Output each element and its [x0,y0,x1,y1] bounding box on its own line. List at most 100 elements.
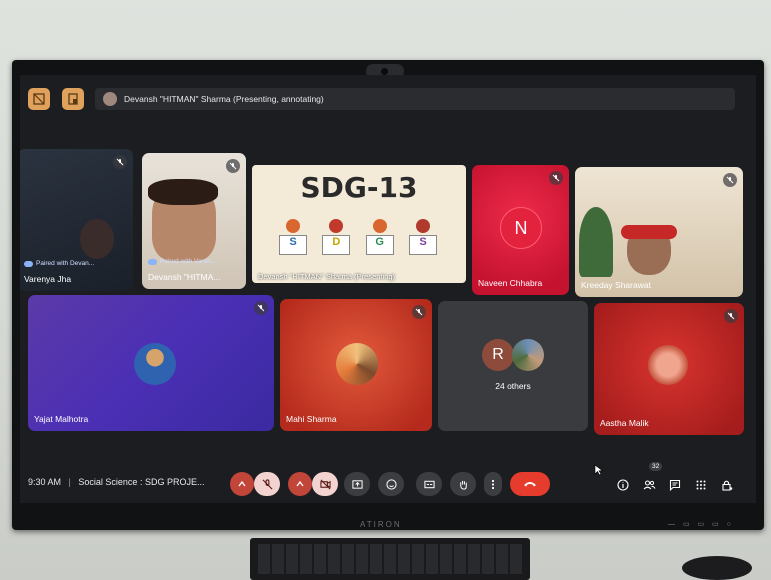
avatar-image [512,339,544,371]
leave-call-button[interactable] [510,472,550,496]
tile-naveen[interactable]: N Naveen Chhabra [472,165,569,295]
raise-hand-button[interactable] [450,472,476,496]
tile-presentation[interactable]: SDG-13 S D G S Devansh "HITMAN" Sharma (… [252,165,466,283]
captions-icon [423,480,435,488]
avatar-image [336,343,378,385]
figure-4: S [408,219,438,269]
bottom-control-bar: 9:30 AM | Social Science : SDG PROJE... [20,462,756,503]
chat-icon [669,479,681,491]
presenting-text: Devansh "HITMAN" Sharma (Presenting, ann… [124,94,324,104]
participant-hair [148,179,218,205]
meet-screen: Devansh "HITMAN" Sharma (Presenting, ann… [20,75,756,503]
present-button[interactable] [344,472,370,496]
presentation-title: SDG-13 [300,171,418,204]
headphones [621,225,677,239]
letter-g: G [365,235,394,255]
people-button[interactable] [642,478,656,492]
hang-up-icon [524,482,536,487]
top-bar: Devansh "HITMAN" Sharma (Presenting, ann… [20,75,756,125]
host-controls-button[interactable] [720,478,734,492]
tile-yajat[interactable]: Yajat Malhotra [28,295,274,431]
figure-2: D [321,219,351,269]
participant-name: Yajat Malhotra [34,414,89,424]
pip-icon [68,93,78,105]
paired-label: Paired with Varen... [148,258,216,265]
tv-buttons: — ▭ ▭ ▭ ○ [668,521,734,528]
captions-button[interactable] [416,472,442,496]
participant-video [80,219,114,259]
letter-d: D [322,235,351,255]
letter-s: S [279,235,307,255]
clock-time: 9:30 AM [28,477,62,487]
mic-toggle-button[interactable] [254,472,280,496]
more-options-button[interactable] [484,472,502,496]
chat-button[interactable] [668,478,682,492]
pair-icon [24,260,33,267]
tv-brand-logo: ATIRON [360,520,402,529]
participant-name: Mahi Sharma [286,414,337,424]
mic-off-icon [226,159,240,173]
audio-options-button[interactable] [230,472,254,496]
more-vert-icon [491,479,495,489]
letter-s2: S [408,235,437,255]
figure-1: S [278,219,308,269]
people-icon [643,480,655,490]
tile-aastha[interactable]: Aastha Malik [594,303,744,435]
presenter-avatar [103,92,117,106]
paired-label: Paired with Devan... [24,260,94,267]
pair-icon [148,258,157,265]
participant-name: Naveen Chhabra [478,278,543,288]
mic-off-icon [412,305,426,319]
camera-toggle-button[interactable] [312,472,338,496]
chevron-up-icon [296,480,304,487]
presenting-bar[interactable]: Devansh "HITMAN" Sharma (Presenting, ann… [95,88,735,110]
separator: | [68,477,71,487]
layout-button[interactable] [28,88,50,110]
participant-name: Varenya Jha [24,274,72,284]
avatar-image [134,343,176,385]
presentation-footer: Devansh "HITMAN" Sharma (Presenting) [258,272,396,281]
mic-off-icon [113,155,127,169]
participant-name: Aastha Malik [600,418,649,428]
meeting-info: 9:30 AM | Social Science : SDG PROJE... [28,477,204,487]
tile-others[interactable]: R 24 others [438,301,588,431]
chevron-up-icon [238,480,246,487]
meeting-title: Social Science : SDG PROJE... [78,477,205,487]
participant-name: Kreeday Sharawat [581,280,651,290]
mic-off-icon [254,301,268,315]
avatar-initial: R [482,339,514,371]
desk-mouse [682,556,752,580]
paired-text: Paired with Devan... [36,260,95,267]
video-options-button[interactable] [288,472,312,496]
mic-off-icon [262,478,272,489]
apps-grid-icon [696,480,706,490]
present-screen-icon [351,479,363,489]
hand-icon [459,480,467,490]
people-count-badge: 32 [649,462,663,471]
tile-devansh[interactable]: Paired with Varen... Devansh "HITMA... [142,153,246,289]
info-icon [617,479,629,491]
plant [579,207,613,277]
others-label: 24 others [495,381,531,391]
lock-person-icon [722,480,733,491]
mic-off-icon [723,173,737,187]
emoji-icon [385,478,397,490]
activities-button[interactable] [694,478,708,492]
participant-name: Devansh "HITMA... [148,272,221,282]
reactions-button[interactable] [378,472,404,496]
mic-off-icon [724,309,738,323]
tile-mahi[interactable]: Mahi Sharma [280,299,432,431]
camera-off-icon [319,479,331,489]
mic-off-icon [549,171,563,185]
meeting-details-button[interactable] [616,478,630,492]
pip-button[interactable] [62,88,84,110]
mouse-cursor [594,463,604,476]
paired-text: Paired with Varen... [160,258,217,265]
tile-varenya[interactable]: Paired with Devan... Varenya Jha [20,149,133,291]
layout-icon [33,93,45,105]
avatar-image [648,345,688,385]
tile-kreeday[interactable]: Kreeday Sharawat [575,167,743,297]
sdg-figures: S D G S [278,219,438,269]
avatar-initial: N [500,207,542,249]
keyboard [250,538,530,580]
